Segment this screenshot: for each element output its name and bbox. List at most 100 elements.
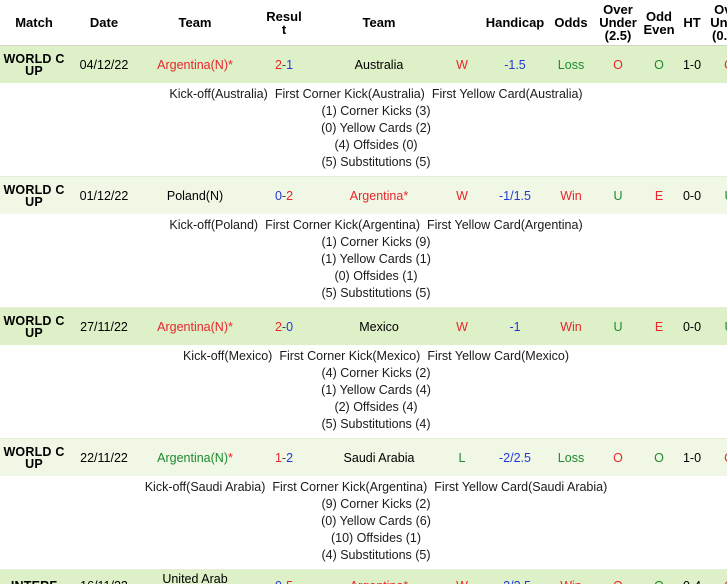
header-handicap-result xyxy=(440,0,484,46)
match-detail-row: Kick-off(Australia) First Corner Kick(Aus… xyxy=(0,83,727,177)
header-odd-even[interactable]: Odd Even xyxy=(640,0,678,46)
over-under-25-result: O xyxy=(596,569,640,584)
match-history-table: Match Date Team Resul t Team Handicap Od… xyxy=(0,0,727,584)
home-team-star: * xyxy=(228,450,233,465)
table-row[interactable]: WORLD C UP 22/11/22 Argentina(N)* 1-2 Saudi A… xyxy=(0,438,727,477)
odd-even-result: O xyxy=(640,45,678,84)
offsides-stat: (4) Offsides (0) xyxy=(334,138,418,152)
header-away-team[interactable]: Team xyxy=(318,0,440,46)
half-time-score: 0-0 xyxy=(678,307,706,346)
odds-result: Loss xyxy=(546,438,596,477)
match-date: 22/11/22 xyxy=(68,438,140,477)
odds-result: Win xyxy=(546,569,596,584)
over-under-25-result: U xyxy=(596,307,640,346)
match-detail-events: Kick-off(Saudi Arabia) First Corner Kick(… xyxy=(120,479,632,496)
header-over-under-25[interactable]: Over Under (2.5) xyxy=(596,0,640,46)
match-detail-cell: Kick-off(Mexico) First Corner Kick(Mexico… xyxy=(0,345,727,439)
half-time-score: 0-0 xyxy=(678,176,706,215)
header-over-under-075[interactable]: Over Under (0.75) xyxy=(706,0,727,46)
table-row[interactable]: WORLD C UP 04/12/22 Argentina(N)* 2-1 Austral… xyxy=(0,45,727,84)
first-yellow-card-info: First Yellow Card(Saudi Arabia) xyxy=(434,480,608,494)
over-under-075-result: U xyxy=(706,307,727,346)
match-type-badge[interactable]: WORLD C UP xyxy=(0,438,68,477)
match-detail-row: Kick-off(Mexico) First Corner Kick(Mexico… xyxy=(0,345,727,439)
handicap-result: L xyxy=(440,438,484,477)
over-under-075-result: O xyxy=(706,438,727,477)
away-team-name[interactable]: Mexico xyxy=(318,307,440,346)
home-team-name[interactable]: Argentina(N)* xyxy=(140,438,250,477)
header-result[interactable]: Resul t xyxy=(250,0,318,46)
header-row: Match Date Team Resul t Team Handicap Od… xyxy=(0,0,727,46)
header-odds[interactable]: Odds xyxy=(546,0,596,46)
away-team-name[interactable]: Argentina* xyxy=(318,176,440,215)
over-under-25-result: O xyxy=(596,45,640,84)
home-team-star: * xyxy=(228,57,233,72)
away-team-name[interactable]: Argentina* xyxy=(318,569,440,584)
first-yellow-card-info: First Yellow Card(Australia) xyxy=(431,87,583,101)
match-type-badge-line1: INTERF xyxy=(11,579,57,584)
handicap-result: W xyxy=(440,307,484,346)
header-ou075-line3: (0.75) xyxy=(712,28,727,43)
final-score: 1-2 xyxy=(250,438,318,477)
yellow-cards-stat: (0) Yellow Cards (6) xyxy=(321,514,431,528)
odd-even-result: O xyxy=(640,438,678,477)
match-type-badge[interactable]: WORLD C UP xyxy=(0,176,68,215)
substitutions-stat: (5) Substitutions (5) xyxy=(321,155,431,169)
table-row[interactable]: WORLD C UP 27/11/22 Argentina(N)* 2-0 Mexico W… xyxy=(0,307,727,346)
table-body: WORLD C UP 04/12/22 Argentina(N)* 2-1 Austral… xyxy=(0,45,727,584)
home-team-name[interactable]: Argentina(N)* xyxy=(140,45,250,84)
kick-off-info: Kick-off(Poland) xyxy=(169,218,259,232)
away-team-name[interactable]: Saudi Arabia xyxy=(318,438,440,477)
header-ht[interactable]: HT xyxy=(678,0,706,46)
table-row[interactable]: WORLD C UP 01/12/22 Poland(N) 0-2 Argentina* W… xyxy=(0,176,727,215)
half-time-score: 1-0 xyxy=(678,45,706,84)
header-home-team[interactable]: Team xyxy=(140,0,250,46)
substitutions-stat: (4) Substitutions (5) xyxy=(321,548,431,562)
home-team-name[interactable]: Argentina(N)* xyxy=(140,307,250,346)
yellow-cards-stat: (1) Yellow Cards (1) xyxy=(321,252,431,266)
match-type-badge[interactable]: WORLD C UP xyxy=(0,307,68,346)
over-under-25-result: O xyxy=(596,438,640,477)
offsides-stat: (10) Offsides (1) xyxy=(330,531,422,545)
match-type-badge[interactable]: WORLD C UP xyxy=(0,45,68,84)
match-date: 27/11/22 xyxy=(68,307,140,346)
home-team-name[interactable]: United Arab Emirates xyxy=(140,569,250,584)
handicap-line: -2/2.5 xyxy=(484,438,546,477)
away-team-name[interactable]: Australia xyxy=(318,45,440,84)
match-type-badge[interactable]: INTERF xyxy=(0,569,68,584)
match-date: 04/12/22 xyxy=(68,45,140,84)
handicap-line: -1.5 xyxy=(484,45,546,84)
handicap-line: -2/2.5 xyxy=(484,569,546,584)
match-type-badge-line2: UP xyxy=(25,456,43,471)
table-row[interactable]: INTERF 16/11/22United Arab Emirates0-5Arg… xyxy=(0,569,727,584)
odds-result: Loss xyxy=(546,45,596,84)
home-team-star: * xyxy=(228,319,233,334)
odd-even-result: E xyxy=(640,176,678,215)
header-date[interactable]: Date xyxy=(68,0,140,46)
yellow-cards-stat: (0) Yellow Cards (2) xyxy=(321,121,431,135)
half-time-score: 1-0 xyxy=(678,438,706,477)
kick-off-info: Kick-off(Saudi Arabia) xyxy=(144,480,266,494)
match-detail-row: Kick-off(Saudi Arabia) First Corner Kick(… xyxy=(0,476,727,570)
first-yellow-card-info: First Yellow Card(Argentina) xyxy=(426,218,583,232)
match-detail-events: Kick-off(Mexico) First Corner Kick(Mexico… xyxy=(120,348,632,365)
half-time-score: 0-4 xyxy=(678,569,706,584)
header-handicap[interactable]: Handicap xyxy=(484,0,546,46)
match-detail-row: Kick-off(Poland) First Corner Kick(Argent… xyxy=(0,214,727,308)
first-corner-kick-info: First Corner Kick(Argentina) xyxy=(272,480,428,494)
handicap-result: W xyxy=(440,176,484,215)
final-score: 2-1 xyxy=(250,45,318,84)
match-date: 01/12/22 xyxy=(68,176,140,215)
corner-kicks-stat: (1) Corner Kicks (3) xyxy=(321,104,431,118)
first-yellow-card-info: First Yellow Card(Mexico) xyxy=(427,349,570,363)
match-detail-cell: Kick-off(Saudi Arabia) First Corner Kick(… xyxy=(0,476,727,570)
substitutions-stat: (5) Substitutions (5) xyxy=(321,286,431,300)
header-ou25-line3: (2.5) xyxy=(604,28,632,43)
match-type-badge-line2: UP xyxy=(25,325,43,340)
yellow-cards-stat: (1) Yellow Cards (4) xyxy=(321,383,431,397)
offsides-stat: (0) Offsides (1) xyxy=(334,269,418,283)
match-type-badge-line2: UP xyxy=(25,63,43,78)
home-team-name[interactable]: Poland(N) xyxy=(140,176,250,215)
first-corner-kick-info: First Corner Kick(Australia) xyxy=(274,87,425,101)
header-match[interactable]: Match xyxy=(0,0,68,46)
